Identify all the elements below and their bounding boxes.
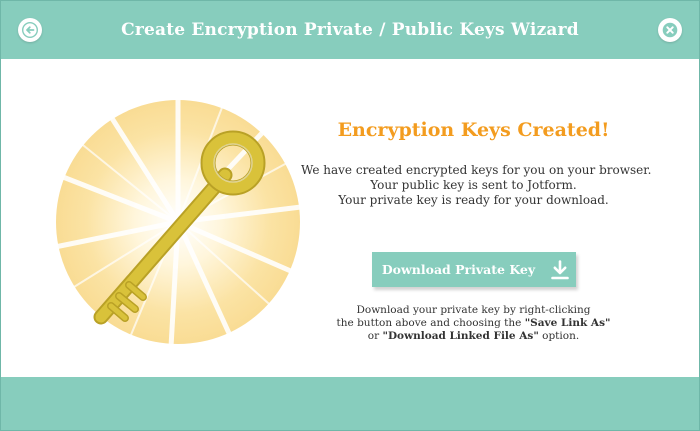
dialog-footer	[1, 377, 699, 430]
back-button[interactable]	[18, 18, 42, 42]
download-linked-file-as-text: "Download Linked File As"	[382, 330, 539, 342]
hint-line: Download your private key by right-click…	[356, 304, 591, 316]
key-illustration	[53, 97, 303, 348]
download-private-key-button[interactable]: Download Private Key	[371, 252, 576, 287]
dialog-title: Create Encryption Private / Public Keys …	[121, 20, 579, 40]
success-headline: Encryption Keys Created!	[337, 119, 610, 141]
key-icon	[54, 97, 302, 348]
close-button[interactable]	[658, 18, 682, 42]
message-line: We have created encrypted keys for you o…	[301, 163, 652, 177]
download-button-label: Download Private Key	[381, 262, 536, 277]
dialog-header: Create Encryption Private / Public Keys …	[1, 1, 699, 59]
back-arrow-icon	[22, 22, 38, 38]
wizard-dialog: Create Encryption Private / Public Keys …	[0, 0, 700, 431]
save-link-as-text: "Save Link As"	[524, 317, 611, 329]
hint-text: or	[367, 330, 383, 342]
download-icon	[551, 259, 569, 279]
message-line: Your public key is sent to Jotform.	[370, 178, 577, 192]
message-line: Your private key is ready for your downl…	[338, 193, 609, 207]
download-hint: Download your private key by right-click…	[301, 304, 646, 343]
hint-text: the button above and choosing the	[336, 317, 525, 329]
close-icon	[662, 22, 678, 38]
hint-line: the button above and choosing the "Save …	[301, 317, 646, 330]
hint-text: option.	[538, 330, 580, 342]
hint-line: or "Download Linked File As" option.	[301, 330, 646, 343]
result-message: We have created encrypted keys for you o…	[301, 163, 652, 208]
result-panel: Encryption Keys Created! We have created…	[301, 119, 652, 343]
